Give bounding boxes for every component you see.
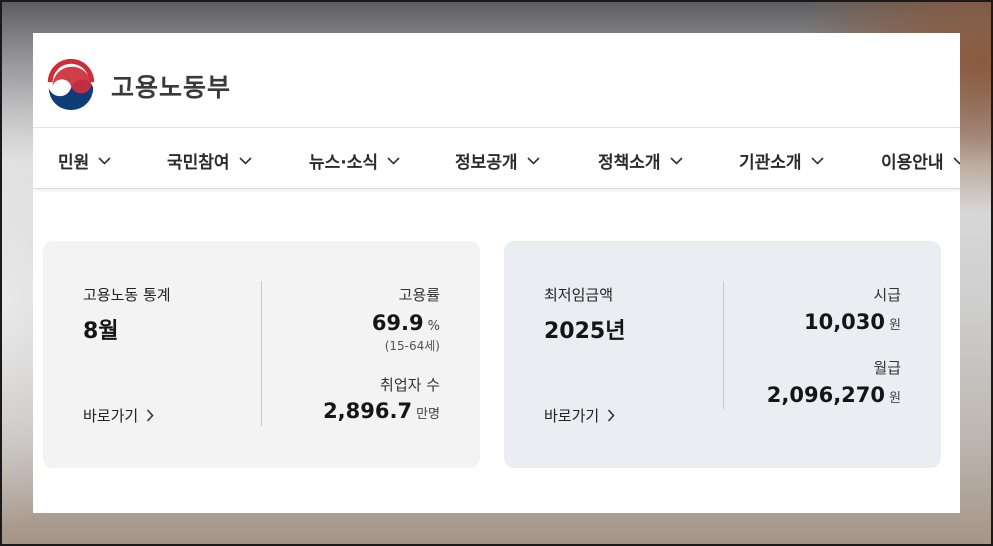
hourly-wage-value: 10,030 원 — [804, 310, 901, 334]
employment-rate-number: 69.9 — [371, 311, 424, 335]
employment-rate-value: 69.9% — [372, 311, 440, 335]
nav-item-label: 이용안내 — [881, 153, 944, 173]
employed-count-unit: 만명 — [416, 407, 440, 422]
site-header: 고용노동부 — [33, 33, 960, 128]
labor-stats-shortcut-link[interactable]: 바로가기 — [83, 405, 154, 426]
chevron-down-icon — [526, 156, 540, 165]
nav-item-civil-service[interactable]: 민원 — [58, 148, 111, 173]
ministry-homepage-card: 고용노동부 민원 국민참여 뉴스·소식 정보공개 정책소개 기관소개 이용안내 — [33, 33, 960, 513]
chevron-down-icon — [669, 156, 683, 165]
chevron-right-icon — [608, 409, 615, 422]
nav-item-label: 정책소개 — [598, 153, 661, 173]
nav-item-policy[interactable]: 정책소개 — [598, 148, 683, 173]
min-wage-title: 최저임금액 — [544, 286, 614, 304]
minimum-wage-panel: 최저임금액 2025년 바로가기 시급 10,030 원 월급 2,096,270… — [504, 241, 941, 468]
panel-divider — [723, 281, 724, 409]
employed-count-value: 2,896.7 만명 — [323, 399, 440, 423]
nav-item-label: 민원 — [58, 153, 90, 173]
nav-item-info-disclosure[interactable]: 정보공개 — [455, 148, 540, 173]
nav-item-about[interactable]: 기관소개 — [739, 148, 824, 173]
nav-item-news[interactable]: 뉴스·소식 — [309, 148, 400, 173]
employed-count-label: 취업자 수 — [380, 376, 440, 394]
shortcut-label: 바로가기 — [544, 407, 600, 425]
labor-stats-title: 고용노동 통계 — [83, 286, 171, 304]
nav-item-label: 정보공개 — [455, 153, 518, 173]
nav-item-guide[interactable]: 이용안내 — [881, 148, 960, 173]
employment-rate-unit: % — [427, 319, 440, 334]
employed-count-number: 2,896.7 — [323, 399, 413, 423]
nav-item-participation[interactable]: 국민참여 — [167, 148, 252, 173]
hourly-wage-unit: 원 — [889, 318, 901, 333]
hourly-wage-label: 시급 — [873, 286, 901, 304]
min-wage-shortcut-link[interactable]: 바로가기 — [544, 405, 615, 426]
chevron-right-icon — [147, 409, 154, 422]
nav-item-label: 국민참여 — [167, 153, 230, 173]
chevron-down-icon — [387, 156, 400, 165]
monthly-wage-label: 월급 — [873, 359, 901, 377]
monthly-wage-value: 2,096,270 원 — [767, 383, 901, 407]
min-wage-year: 2025년 — [544, 319, 626, 344]
panel-divider — [261, 281, 262, 426]
shortcut-label: 바로가기 — [83, 407, 139, 425]
labor-stats-period: 8월 — [83, 319, 119, 344]
nav-item-label: 뉴스·소식 — [309, 153, 379, 173]
chevron-down-icon — [98, 156, 111, 165]
chevron-down-icon — [952, 156, 960, 165]
employment-rate-note: (15-64세) — [384, 339, 440, 353]
chevron-down-icon — [810, 156, 824, 165]
employment-rate-label: 고용률 — [398, 286, 440, 304]
main-navigation: 민원 국민참여 뉴스·소식 정보공개 정책소개 기관소개 이용안내 — [33, 128, 960, 189]
monthly-wage-number: 2,096,270 — [766, 383, 886, 407]
chevron-down-icon — [238, 156, 252, 165]
nav-item-label: 기관소개 — [739, 153, 802, 173]
monthly-wage-unit: 원 — [889, 391, 901, 406]
taegeuk-emblem-icon[interactable] — [42, 56, 100, 114]
hourly-wage-number: 10,030 — [803, 310, 886, 334]
labor-statistics-panel: 고용노동 통계 8월 바로가기 고용률 69.9% (15-64세) 취업자 수… — [43, 241, 480, 468]
ministry-brand-name[interactable]: 고용노동부 — [111, 68, 231, 104]
